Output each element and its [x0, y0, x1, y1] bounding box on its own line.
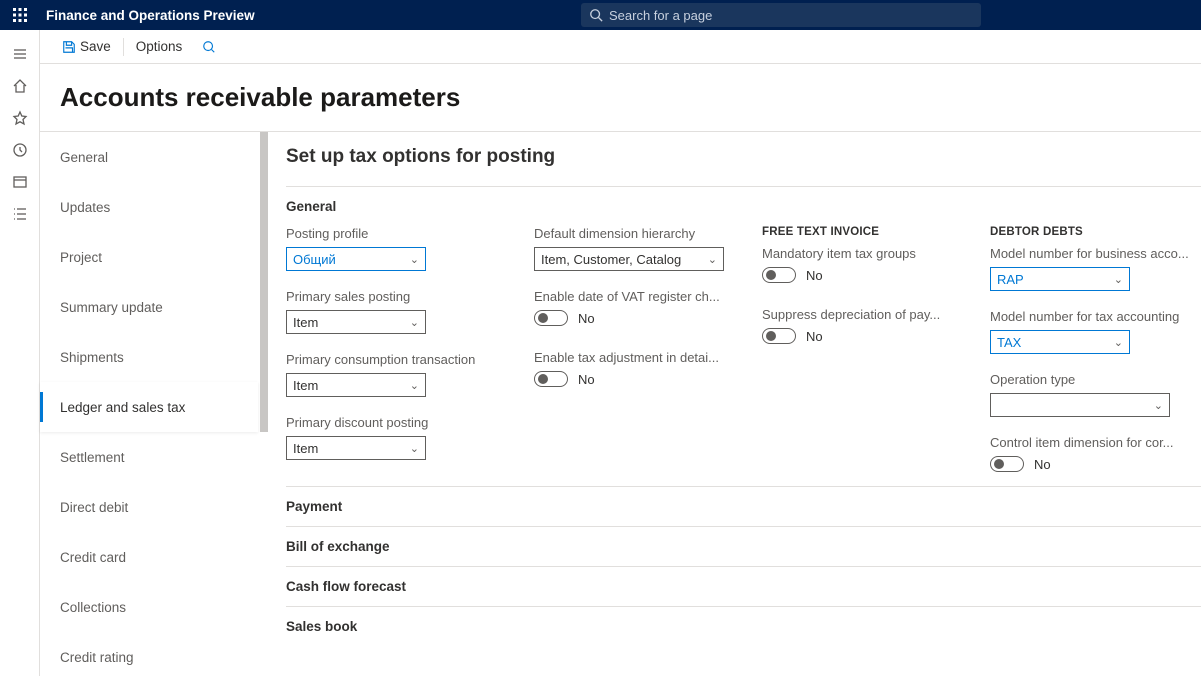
star-icon[interactable] — [0, 102, 40, 134]
label-mandatory-item-tax: Mandatory item tax groups — [762, 246, 962, 261]
label-enable-vat-date: Enable date of VAT register ch... — [534, 289, 734, 304]
content-title: Set up tax options for posting — [286, 146, 1201, 168]
label-primary-discount: Primary discount posting — [286, 415, 506, 430]
label-operation-type: Operation type — [990, 372, 1190, 387]
save-button[interactable]: Save — [52, 30, 121, 63]
section-title[interactable]: Bill of exchange — [286, 539, 1201, 554]
section-payment: Payment — [286, 486, 1201, 526]
chevron-down-icon: ⌄ — [410, 442, 419, 455]
label-posting-profile: Posting profile — [286, 226, 506, 241]
section-title[interactable]: Payment — [286, 499, 1201, 514]
toggle-state-cid: No — [1034, 457, 1051, 472]
column-posting: Posting profile Общий⌄ Primary sales pos… — [286, 226, 506, 478]
topbar: Finance and Operations Preview Search fo… — [0, 0, 1201, 30]
nav-item-summary-update[interactable]: Summary update — [40, 282, 258, 332]
label-model-tax: Model number for tax accounting — [990, 309, 1190, 324]
select-operation-type[interactable]: ⌄ — [990, 393, 1170, 417]
modules-icon[interactable] — [0, 198, 40, 230]
save-label: Save — [80, 39, 111, 54]
home-icon[interactable] — [0, 70, 40, 102]
toggle-state-taxadj: No — [578, 372, 595, 387]
label-enable-tax-adj: Enable tax adjustment in detai... — [534, 350, 734, 365]
select-primary-consumption[interactable]: Item⌄ — [286, 373, 426, 397]
label-default-dim: Default dimension hierarchy — [534, 226, 734, 241]
toggle-mandatory-item-tax[interactable] — [762, 267, 796, 283]
content-pane: Set up tax options for posting General P… — [268, 132, 1201, 676]
toggle-state-mit: No — [806, 268, 823, 283]
section-general-title[interactable]: General — [286, 199, 1201, 214]
toggle-enable-vat-date[interactable] — [534, 310, 568, 326]
toggle-state-sd: No — [806, 329, 823, 344]
nav-item-direct-debit[interactable]: Direct debit — [40, 482, 258, 532]
section-title[interactable]: Cash flow forecast — [286, 579, 1201, 594]
nav-item-collections[interactable]: Collections — [40, 582, 258, 632]
chevron-down-icon: ⌄ — [708, 253, 717, 266]
select-model-business[interactable]: RAP⌄ — [990, 267, 1130, 291]
nav-item-project[interactable]: Project — [40, 232, 258, 282]
search-action-icon[interactable] — [192, 30, 230, 63]
section-bill-of-exchange: Bill of exchange — [286, 526, 1201, 566]
hamburger-icon[interactable] — [0, 38, 40, 70]
scrollbar-thumb[interactable] — [260, 132, 268, 432]
nav-item-credit-rating[interactable]: Credit rating — [40, 632, 258, 682]
section-sales-book: Sales book — [286, 606, 1201, 646]
select-primary-sales[interactable]: Item⌄ — [286, 310, 426, 334]
section-general: General Posting profile Общий⌄ Primary s… — [286, 186, 1201, 486]
chevron-down-icon: ⌄ — [410, 253, 419, 266]
chevron-down-icon: ⌄ — [410, 316, 419, 329]
page-header: Accounts receivable parameters — [40, 64, 1201, 132]
save-icon — [62, 40, 76, 54]
options-label: Options — [136, 39, 183, 54]
recent-icon[interactable] — [0, 134, 40, 166]
chevron-down-icon: ⌄ — [1114, 273, 1123, 286]
label-control-item-dim: Control item dimension for cor... — [990, 435, 1190, 450]
nav-item-settlement[interactable]: Settlement — [40, 432, 258, 482]
search-icon — [589, 8, 603, 22]
options-button[interactable]: Options — [126, 30, 193, 63]
app-title: Finance and Operations Preview — [46, 8, 255, 23]
heading-debtor: DEBTOR DEBTS — [990, 226, 1190, 238]
select-model-tax[interactable]: TAX⌄ — [990, 330, 1130, 354]
toggle-suppress-depr[interactable] — [762, 328, 796, 344]
section-cash-flow-forecast: Cash flow forecast — [286, 566, 1201, 606]
column-dimension: Default dimension hierarchy Item, Custom… — [534, 226, 734, 478]
label-primary-sales: Primary sales posting — [286, 289, 506, 304]
side-nav: GeneralUpdatesProjectSummary updateShipm… — [40, 132, 268, 676]
nav-item-general[interactable]: General — [40, 132, 258, 182]
separator — [123, 38, 124, 56]
toggle-control-item-dim[interactable] — [990, 456, 1024, 472]
chevron-down-icon: ⌄ — [1154, 399, 1163, 412]
nav-item-shipments[interactable]: Shipments — [40, 332, 258, 382]
column-debtor: DEBTOR DEBTS Model number for business a… — [990, 226, 1190, 478]
label-model-business: Model number for business acco... — [990, 246, 1190, 261]
heading-fti: FREE TEXT INVOICE — [762, 226, 962, 238]
toggle-state-vat: No — [578, 311, 595, 326]
chevron-down-icon: ⌄ — [410, 379, 419, 392]
workspace-icon[interactable] — [0, 166, 40, 198]
select-default-dim[interactable]: Item, Customer, Catalog⌄ — [534, 247, 724, 271]
search-placeholder: Search for a page — [609, 8, 712, 23]
select-posting-profile[interactable]: Общий⌄ — [286, 247, 426, 271]
toggle-enable-tax-adj[interactable] — [534, 371, 568, 387]
page-title: Accounts receivable parameters — [60, 82, 460, 113]
nav-item-ledger-and-sales-tax[interactable]: Ledger and sales tax — [40, 382, 258, 432]
workspace: GeneralUpdatesProjectSummary updateShipm… — [40, 132, 1201, 676]
chevron-down-icon: ⌄ — [1114, 336, 1123, 349]
search-input[interactable]: Search for a page — [581, 3, 981, 27]
select-primary-discount[interactable]: Item⌄ — [286, 436, 426, 460]
left-rail — [0, 30, 40, 676]
nav-item-updates[interactable]: Updates — [40, 182, 258, 232]
action-bar: Save Options — [0, 30, 1201, 64]
label-suppress-depr: Suppress depreciation of pay... — [762, 307, 962, 322]
nav-item-credit-card[interactable]: Credit card — [40, 532, 258, 582]
column-fti: FREE TEXT INVOICE Mandatory item tax gro… — [762, 226, 962, 478]
label-primary-consumption: Primary consumption transaction — [286, 352, 506, 367]
section-title[interactable]: Sales book — [286, 619, 1201, 634]
app-launcher-icon[interactable] — [0, 7, 40, 23]
